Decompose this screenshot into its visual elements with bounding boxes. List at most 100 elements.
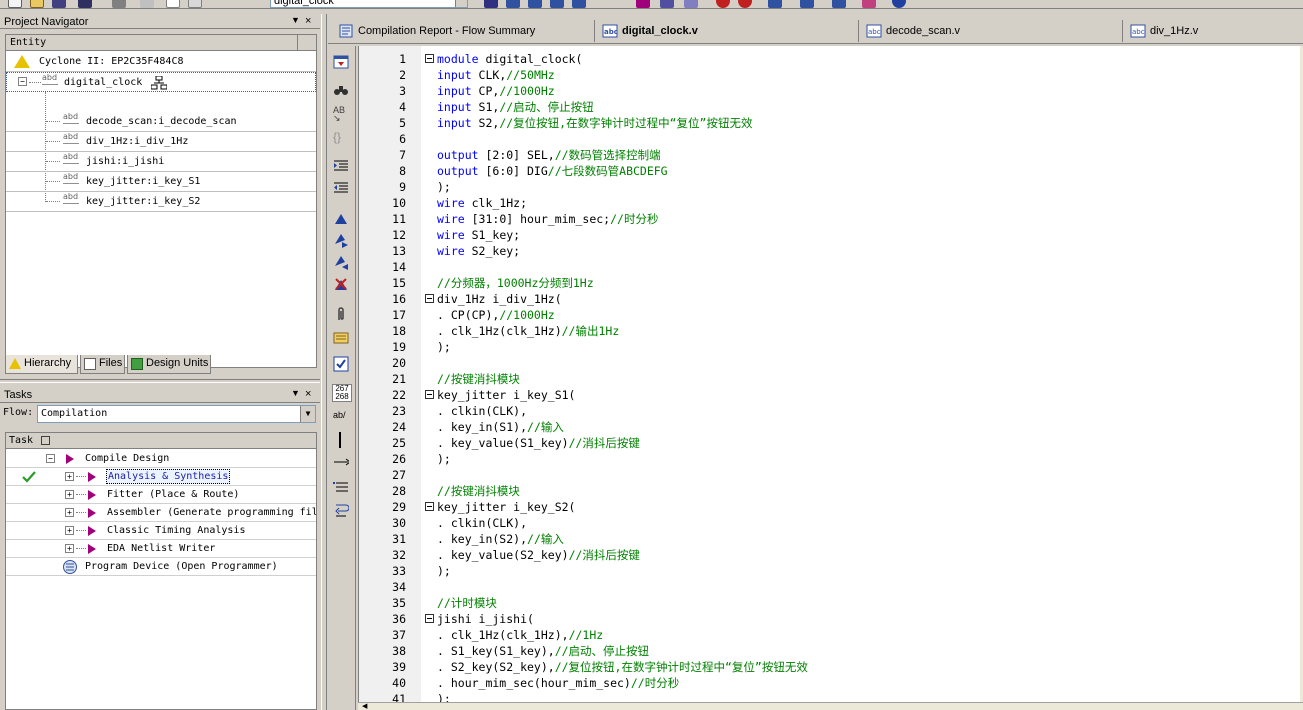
code-line[interactable]: //计时模块 bbox=[437, 595, 497, 611]
project-selector[interactable]: digital_clock bbox=[270, 0, 468, 8]
code-line[interactable]: . key_in(S1),//输入 bbox=[437, 419, 564, 435]
start-icon[interactable] bbox=[88, 526, 96, 536]
fold-collapse-icon[interactable] bbox=[425, 294, 434, 303]
code-line[interactable]: ); bbox=[437, 691, 451, 702]
tab-decode-scan[interactable]: abc decode_scan.v bbox=[864, 22, 960, 42]
wrap-icon[interactable] bbox=[333, 502, 349, 518]
code-line[interactable]: key_jitter i_key_S1( bbox=[437, 387, 575, 403]
outdent-icon[interactable] bbox=[333, 180, 349, 196]
create-symbol-icon[interactable] bbox=[333, 356, 349, 372]
code-line[interactable]: input S2,//复位按钮,在数字钟计时过程中“复位”按钮无效 bbox=[437, 115, 752, 131]
fold-collapse-icon[interactable] bbox=[425, 614, 434, 623]
expand-icon[interactable]: + bbox=[65, 544, 74, 553]
code-line[interactable]: . clkin(CLK), bbox=[437, 515, 527, 531]
entity-row[interactable]: abd key_jitter:i_key_S2 bbox=[6, 192, 316, 212]
code-editor[interactable]: 1 2 3 4 5 6 7 8 9 10 11 12 13 14 15 16 17 18 19 20 21 22 23 24 2… bbox=[358, 46, 1303, 702]
brace-match-icon[interactable]: {} bbox=[333, 130, 349, 146]
next-bookmark-icon[interactable] bbox=[333, 232, 349, 248]
task-row[interactable]: + Assembler (Generate programming fil bbox=[6, 504, 316, 522]
find-replace-icon[interactable]: AB ↘ bbox=[333, 106, 349, 123]
code-line[interactable]: wire S2_key; bbox=[437, 243, 520, 259]
code-line[interactable]: . S2_key(S2_key),//复位按钮,在数字钟计时过程中“复位”按钮无… bbox=[437, 659, 808, 675]
code-line[interactable]: . clkin(CLK), bbox=[437, 403, 527, 419]
cursor-icon[interactable] bbox=[339, 432, 341, 448]
panel-divider[interactable] bbox=[0, 379, 320, 383]
collapse-icon[interactable]: − bbox=[18, 77, 27, 86]
toggle-comment-icon[interactable]: ab/ bbox=[333, 410, 349, 426]
entity-row[interactable]: abd jishi:i_jishi bbox=[6, 152, 316, 172]
undo-icon[interactable] bbox=[220, 0, 234, 8]
device-row[interactable]: Cyclone II: EP2C35F484C8 bbox=[6, 52, 316, 72]
chevron-down-icon[interactable] bbox=[455, 0, 467, 7]
find-icon[interactable] bbox=[333, 82, 349, 98]
start-icon[interactable] bbox=[88, 508, 96, 518]
code-line[interactable]: . clk_1Hz(clk_1Hz)//输出1Hz bbox=[437, 323, 619, 339]
close-icon[interactable]: × bbox=[305, 15, 311, 27]
open-file-icon[interactable] bbox=[30, 0, 44, 8]
vertical-splitter[interactable] bbox=[320, 14, 328, 710]
code-line[interactable]: . key_value(S2_key)//消抖后按键 bbox=[437, 547, 640, 563]
settings-icon[interactable] bbox=[738, 0, 752, 8]
task-row[interactable]: Program Device (Open Programmer) bbox=[6, 558, 316, 576]
fitter-icon[interactable] bbox=[550, 0, 564, 8]
clear-bookmarks-icon[interactable] bbox=[333, 276, 349, 292]
top-entity-row[interactable]: − abd digital_clock bbox=[6, 72, 316, 92]
code-line[interactable]: jishi i_jishi( bbox=[437, 611, 534, 627]
entity-row[interactable]: abd decode_scan:i_decode_scan bbox=[6, 112, 316, 132]
tab-design-units[interactable]: Design Units bbox=[127, 355, 211, 374]
expand-icon[interactable]: + bbox=[65, 508, 74, 517]
megawizard-icon[interactable] bbox=[862, 0, 876, 8]
start-icon[interactable] bbox=[88, 472, 96, 482]
panel-menu-icon[interactable]: ▼ bbox=[291, 388, 300, 398]
code-line[interactable]: input CP,//1000Hz bbox=[437, 83, 555, 99]
expand-icon[interactable]: + bbox=[65, 490, 74, 499]
code-line[interactable]: ); bbox=[437, 451, 451, 467]
entity-row[interactable]: abd div_1Hz:i_div_1Hz bbox=[6, 132, 316, 152]
task-row[interactable]: + EDA Netlist Writer bbox=[6, 540, 316, 558]
print-icon[interactable] bbox=[112, 0, 126, 8]
code-line[interactable]: . S1_key(S1_key),//启动、停止按钮 bbox=[437, 643, 649, 659]
horizontal-scrollbar[interactable]: ◀ bbox=[358, 702, 1303, 710]
new-file-icon[interactable] bbox=[8, 0, 22, 8]
collapse-icon[interactable]: − bbox=[46, 454, 55, 463]
code-line[interactable]: . CP(CP),//1000Hz bbox=[437, 307, 555, 323]
code-line[interactable]: . key_value(S1_key)//消抖后按键 bbox=[437, 435, 640, 451]
programmer-icon[interactable] bbox=[62, 559, 78, 575]
line-number-icon[interactable]: 267 268 bbox=[332, 384, 352, 402]
open-window-icon[interactable] bbox=[333, 54, 349, 70]
fold-collapse-icon[interactable] bbox=[425, 502, 434, 511]
chevron-down-icon[interactable]: ▼ bbox=[300, 406, 315, 422]
code-line[interactable]: wire S1_key; bbox=[437, 227, 520, 243]
task-column-header[interactable]: Task bbox=[6, 433, 316, 449]
code-line[interactable]: . clk_1Hz(clk_1Hz),//1Hz bbox=[437, 627, 603, 643]
entity-column-header[interactable]: Entity bbox=[6, 35, 316, 51]
copy-icon[interactable] bbox=[166, 0, 180, 8]
start-icon[interactable] bbox=[88, 490, 96, 500]
code-line[interactable]: . key_in(S2),//输入 bbox=[437, 531, 564, 547]
programmer-icon[interactable] bbox=[800, 0, 814, 8]
close-icon[interactable]: × bbox=[305, 388, 311, 400]
task-list[interactable]: Task − Compile Design + Analysis & Synth… bbox=[5, 432, 317, 710]
chip-planner-icon[interactable] bbox=[684, 0, 698, 8]
start-compile-icon[interactable] bbox=[636, 0, 650, 8]
indent-icon[interactable] bbox=[333, 158, 349, 174]
panel-menu-icon[interactable]: ▼ bbox=[291, 15, 300, 25]
code-line[interactable]: key_jitter i_key_S2( bbox=[437, 499, 575, 515]
list-icon[interactable] bbox=[333, 480, 349, 496]
code-line[interactable]: //按键消抖模块 bbox=[437, 483, 520, 499]
code-line[interactable]: //分频器，1000Hz分频到1Hz bbox=[437, 275, 594, 291]
help-icon[interactable] bbox=[892, 0, 906, 8]
code-line[interactable]: input S1,//启动、停止按钮 bbox=[437, 99, 594, 115]
assembler-icon[interactable] bbox=[572, 0, 586, 8]
bookmark-icon[interactable] bbox=[333, 210, 349, 226]
stop-icon[interactable] bbox=[484, 0, 498, 8]
code-line[interactable]: //按键消抖模块 bbox=[437, 371, 520, 387]
sopc-icon[interactable] bbox=[832, 0, 846, 8]
fold-collapse-icon[interactable] bbox=[425, 54, 434, 63]
code-line[interactable]: ); bbox=[437, 179, 451, 195]
fold-collapse-icon[interactable] bbox=[425, 390, 434, 399]
pin-planner-icon[interactable] bbox=[716, 0, 730, 8]
previous-bookmark-icon[interactable] bbox=[333, 254, 349, 270]
code-line[interactable]: wire [31:0] hour_mim_sec;//时分秒 bbox=[437, 211, 658, 227]
cut-icon[interactable] bbox=[140, 0, 154, 8]
